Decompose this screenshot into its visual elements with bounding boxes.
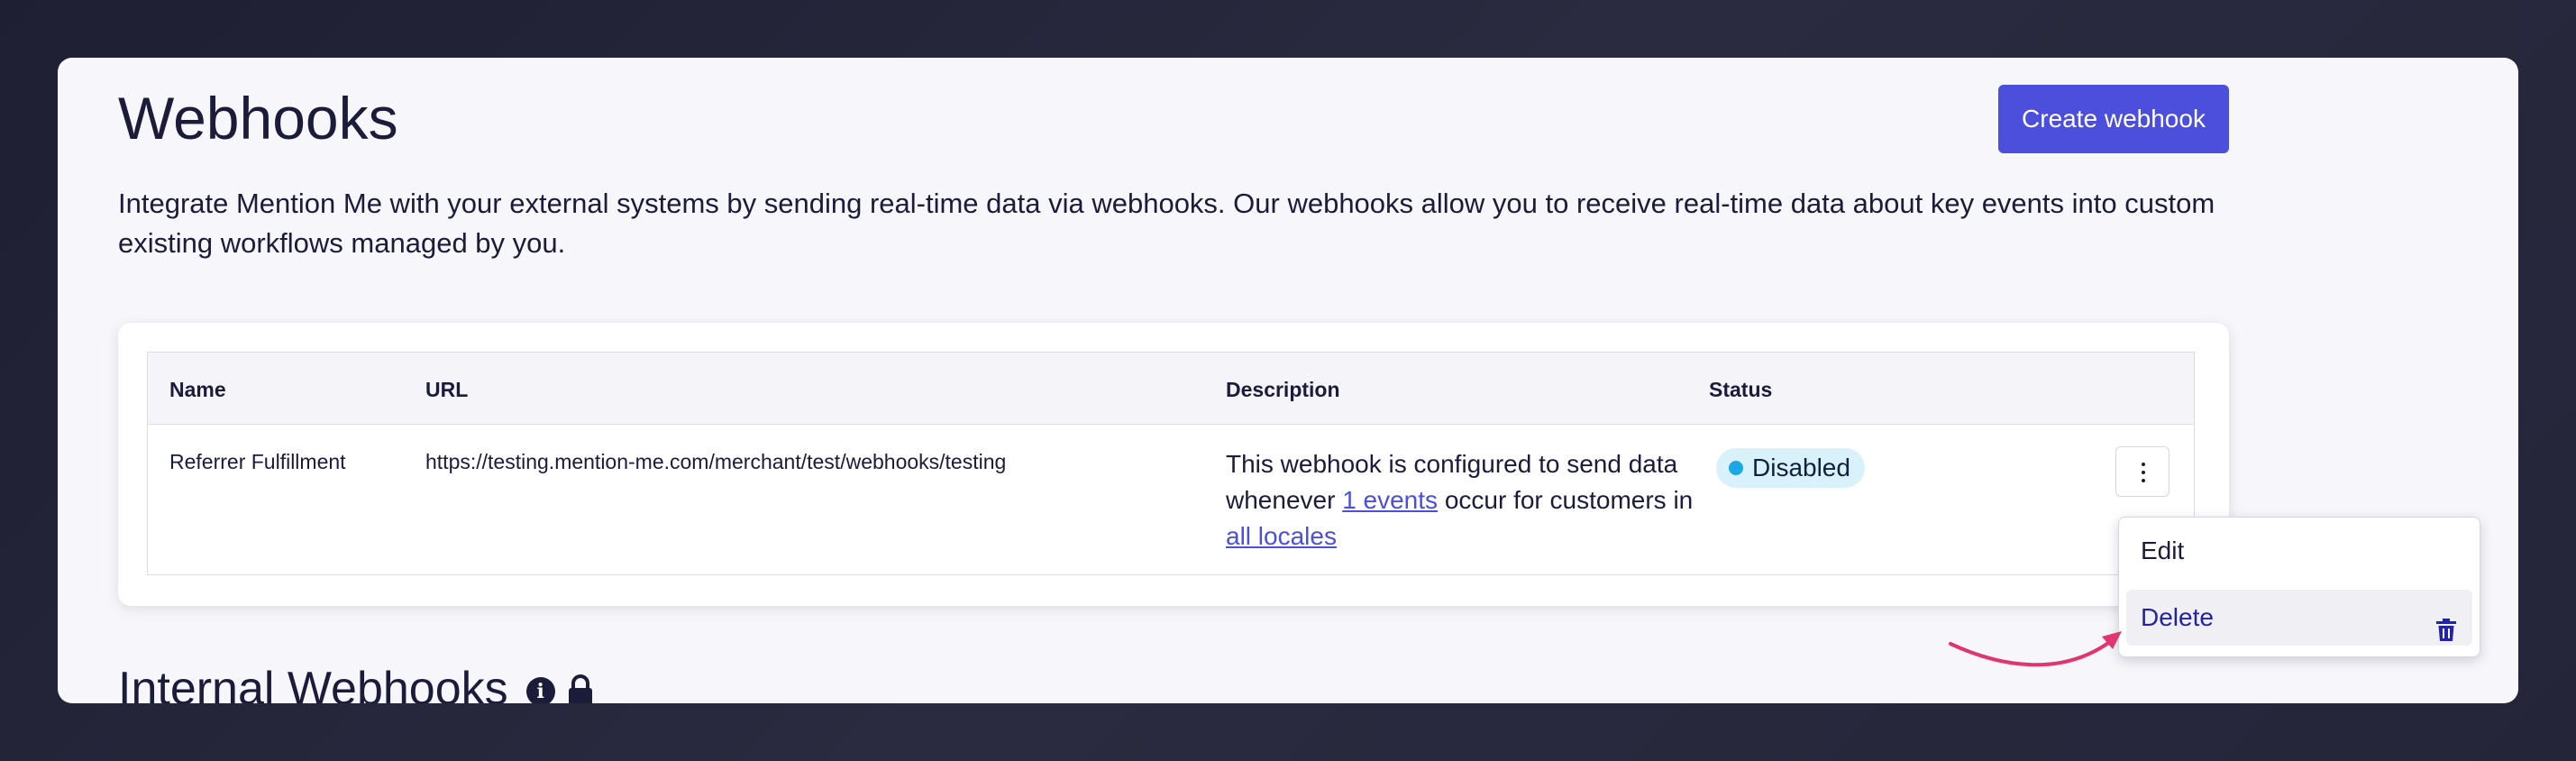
events-link[interactable]: 1 events: [1342, 486, 1438, 514]
delete-menu-item[interactable]: Delete: [2126, 590, 2472, 646]
row-actions-menu: Edit Delete: [2118, 517, 2480, 657]
webhook-description: This webhook is configured to send data …: [1226, 446, 1694, 555]
status-label: Disabled: [1752, 454, 1850, 481]
intro-text: Integrate Mention Me with your external …: [118, 188, 2215, 259]
delete-label: Delete: [2141, 603, 2214, 631]
webhooks-table-panel: Name URL Description Status Referrer Ful…: [118, 323, 2229, 606]
description-middle: occur for customers in: [1438, 486, 1694, 514]
column-header-status: Status: [1709, 378, 1773, 401]
edit-menu-item[interactable]: Edit: [2126, 523, 2472, 579]
column-header-description: Description: [1226, 378, 1340, 401]
internal-webhooks-title: Internal Webhooks i: [118, 662, 593, 703]
table-header: Name URL Description Status: [148, 353, 2194, 425]
column-header-name: Name: [169, 378, 226, 401]
row-actions-button[interactable]: [2115, 446, 2170, 497]
curved-arrow: [1938, 613, 2136, 690]
info-icon[interactable]: i: [525, 677, 555, 703]
internal-webhooks-label: Internal Webhooks: [118, 663, 508, 703]
status-badge: Disabled: [1716, 448, 1865, 488]
locales-link[interactable]: all locales: [1226, 522, 1337, 550]
webhook-url: https://testing.mention-me.com/merchant/…: [425, 450, 1007, 473]
page-title: Webhooks: [118, 85, 398, 151]
status-dot: [1729, 461, 1743, 475]
webhooks-table: Name URL Description Status Referrer Ful…: [147, 352, 2195, 575]
trash-icon: [2436, 606, 2456, 662]
create-webhook-button[interactable]: Create webhook: [1998, 85, 2229, 153]
lock-icon: [568, 665, 593, 703]
webhook-name: Referrer Fulfillment: [169, 450, 346, 473]
column-header-url: URL: [425, 378, 469, 401]
